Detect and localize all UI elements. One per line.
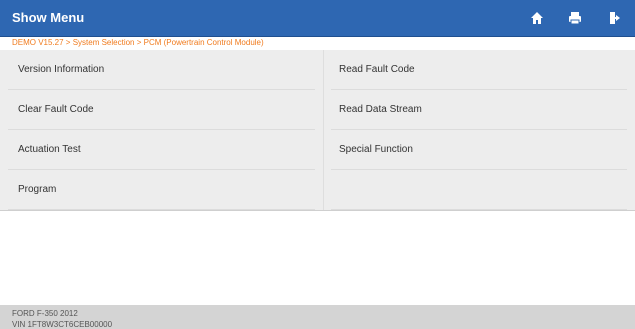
menu-item-read-data-stream[interactable]: Read Data Stream [323, 90, 635, 130]
menu-item-read-fault-code[interactable]: Read Fault Code [323, 50, 635, 90]
vehicle-model: FORD F-350 2012 [12, 309, 78, 318]
menu-item-label: Read Fault Code [339, 64, 415, 75]
menu-item-special-function[interactable]: Special Function [323, 130, 635, 170]
home-icon[interactable] [528, 9, 546, 27]
exit-icon[interactable] [606, 9, 624, 27]
menu-item-label: Program [18, 184, 57, 195]
menu-item-label: Clear Fault Code [18, 104, 94, 115]
menu-item-label: Version Information [18, 64, 105, 75]
title-bar: Show Menu [0, 0, 635, 37]
menu-item-label: Special Function [339, 144, 413, 155]
print-icon[interactable] [566, 9, 584, 27]
menu-item-empty [323, 170, 635, 210]
menu-item-label: Actuation Test [18, 144, 81, 155]
menu-item-label: Read Data Stream [339, 104, 422, 115]
function-menu: Version Information Read Fault Code Clea… [0, 50, 635, 210]
page-title: Show Menu [12, 10, 85, 25]
menu-divider [0, 210, 635, 211]
menu-item-program[interactable]: Program [0, 170, 323, 210]
menu-item-clear-fault-code[interactable]: Clear Fault Code [0, 90, 323, 130]
breadcrumb: DEMO V15.27 > System Selection > PCM (Po… [0, 37, 635, 49]
menu-item-actuation-test[interactable]: Actuation Test [0, 130, 323, 170]
vehicle-vin: VIN 1FT8W3CT6CEB00000 [12, 320, 113, 329]
menu-item-version-information[interactable]: Version Information [0, 50, 323, 90]
vehicle-info-bar: FORD F-350 2012 VIN 1FT8W3CT6CEB00000 [0, 305, 635, 329]
